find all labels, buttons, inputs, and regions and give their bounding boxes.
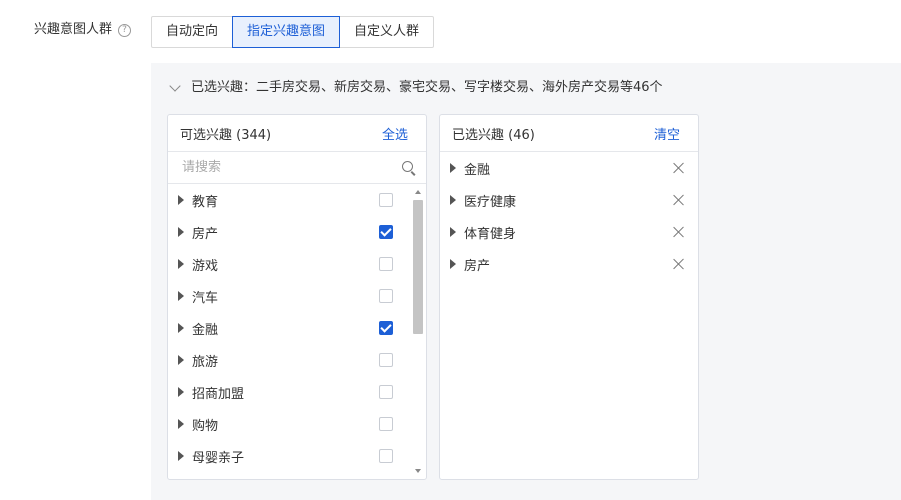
list-item[interactable]: 房产	[168, 216, 410, 248]
tab-auto-targeting[interactable]: 自动定向	[151, 16, 234, 48]
list-item[interactable]: 游戏	[168, 248, 410, 280]
available-count: (344)	[236, 127, 272, 143]
checkbox[interactable]	[379, 385, 393, 399]
summary-text: 已选兴趣：二手房交易、新房交易、豪宅交易、写字楼交易、海外房产交易等46个	[191, 80, 663, 95]
expand-arrow-icon[interactable]	[178, 227, 184, 237]
checkbox[interactable]	[379, 417, 393, 431]
scrollbar[interactable]	[411, 184, 425, 479]
scroll-up-arrow-icon[interactable]	[415, 190, 421, 194]
close-icon[interactable]	[672, 193, 686, 207]
chevron-down-icon[interactable]	[169, 80, 181, 92]
list-item[interactable]: 汽车	[168, 280, 410, 312]
help-icon[interactable]: ?	[118, 23, 132, 37]
targeting-mode-tabs: 自动定向 指定兴趣意图 自定义人群	[151, 16, 435, 48]
list-item[interactable]: 金融	[168, 312, 410, 344]
list-item[interactable]: 医疗健康	[440, 184, 698, 216]
expand-arrow-icon[interactable]	[178, 451, 184, 461]
list-item[interactable]: 体育健身	[440, 216, 698, 248]
checkbox[interactable]	[379, 353, 393, 367]
close-icon[interactable]	[672, 257, 686, 271]
list-item[interactable]: 金融	[440, 152, 698, 184]
selected-list: 金融 医疗健康 体育健身 房产	[440, 152, 698, 280]
list-item[interactable]: 招商加盟	[168, 376, 410, 408]
checkbox[interactable]	[379, 225, 393, 239]
search-input[interactable]	[180, 159, 384, 176]
available-interests-box: 可选兴趣 (344) 全选 教育 房产 游戏 汽车 金融 旅游 招商加盟 购物 …	[167, 114, 427, 480]
interest-panel: 已选兴趣：二手房交易、新房交易、豪宅交易、写字楼交易、海外房产交易等46个 可选…	[151, 63, 901, 500]
scrollbar-thumb[interactable]	[413, 200, 423, 334]
expand-arrow-icon[interactable]	[450, 163, 456, 173]
selected-summary[interactable]: 已选兴趣：二手房交易、新房交易、豪宅交易、写字楼交易、海外房产交易等46个	[169, 78, 663, 98]
checkbox[interactable]	[379, 193, 393, 207]
select-all-button[interactable]: 全选	[382, 124, 408, 143]
tab-specified-interest[interactable]: 指定兴趣意图	[232, 16, 341, 48]
expand-arrow-icon[interactable]	[450, 195, 456, 205]
selected-count: (46)	[508, 127, 535, 143]
expand-arrow-icon[interactable]	[178, 259, 184, 269]
expand-arrow-icon[interactable]	[450, 227, 456, 237]
list-item[interactable]: 母婴亲子	[168, 440, 410, 472]
checkbox[interactable]	[379, 257, 393, 271]
search-bar	[168, 152, 426, 184]
field-label: 兴趣意图人群 ?	[34, 19, 132, 41]
available-list: 教育 房产 游戏 汽车 金融 旅游 招商加盟 购物 母婴亲子	[168, 184, 410, 472]
search-icon[interactable]	[402, 160, 416, 175]
expand-arrow-icon[interactable]	[178, 355, 184, 365]
expand-arrow-icon[interactable]	[178, 387, 184, 397]
checkbox[interactable]	[379, 449, 393, 463]
expand-arrow-icon[interactable]	[178, 291, 184, 301]
expand-arrow-icon[interactable]	[450, 259, 456, 269]
list-item[interactable]: 房产	[440, 248, 698, 280]
list-item[interactable]: 教育	[168, 184, 410, 216]
close-icon[interactable]	[672, 161, 686, 175]
checkbox[interactable]	[379, 321, 393, 335]
expand-arrow-icon[interactable]	[178, 195, 184, 205]
tab-custom-audience[interactable]: 自定义人群	[339, 16, 435, 48]
field-label-text: 兴趣意图人群	[34, 22, 113, 37]
close-icon[interactable]	[672, 225, 686, 239]
clear-button[interactable]: 清空	[654, 124, 680, 143]
checkbox[interactable]	[379, 289, 393, 303]
expand-arrow-icon[interactable]	[178, 323, 184, 333]
selected-header: 已选兴趣 (46) 清空	[440, 115, 698, 152]
available-header: 可选兴趣 (344) 全选	[168, 115, 426, 152]
selected-title: 已选兴趣	[452, 127, 505, 143]
list-item[interactable]: 旅游	[168, 344, 410, 376]
list-item[interactable]: 购物	[168, 408, 410, 440]
expand-arrow-icon[interactable]	[178, 419, 184, 429]
scroll-down-arrow-icon[interactable]	[415, 469, 421, 473]
available-title: 可选兴趣	[180, 127, 233, 143]
selected-interests-box: 已选兴趣 (46) 清空 金融 医疗健康 体育健身 房产	[439, 114, 699, 480]
